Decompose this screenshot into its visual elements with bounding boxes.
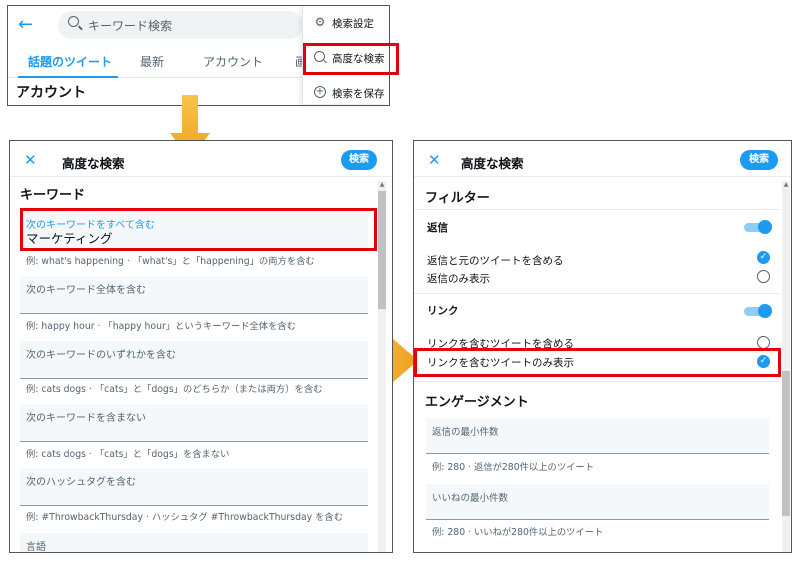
any-words-field[interactable]: 次のキーワードのいずれかを含む [20, 341, 368, 379]
field-hint: 例: cats dogs · 「cats」と「dogs」を含まない [26, 449, 230, 460]
field-label: 次のキーワードのいずれかを含む [26, 350, 176, 361]
header-divider [10, 176, 392, 177]
panel-title: 高度な検索 [461, 156, 524, 171]
language-field[interactable]: 言語 [20, 533, 368, 553]
field-label: 言語 [26, 542, 46, 553]
field-hint: 例: what's happening · 「what's」と「happenin… [26, 256, 315, 267]
hashtags-field[interactable]: 次のハッシュタグを含む [20, 468, 368, 506]
tab-latest[interactable]: 最新 [140, 53, 164, 70]
field-label: 次のキーワードを含まない [26, 413, 146, 424]
links-toggle[interactable] [744, 304, 772, 318]
highlight-links-only [414, 348, 781, 377]
search-icon [68, 16, 79, 27]
keywords-section-title: キーワード [20, 188, 86, 203]
menu-item-search-settings[interactable]: ⚙ 検索設定 [303, 8, 389, 38]
replies-include-label: 返信と元のツイートを含める [427, 255, 564, 267]
field-label: いいねの最小件数 [432, 493, 509, 504]
toggle-knob [758, 304, 772, 318]
field-label: 次のキーワード全体を含む [26, 285, 146, 296]
scrollbar-thumb[interactable] [782, 371, 790, 516]
search-placeholder: キーワード検索 [88, 19, 173, 33]
replies-only-radio[interactable] [757, 270, 770, 283]
close-icon[interactable]: ✕ [428, 151, 441, 169]
menu-item-label: 検索設定 [332, 18, 374, 30]
divider [414, 209, 780, 210]
header-divider [414, 176, 791, 177]
scrollbar-thumb[interactable] [378, 191, 386, 309]
search-tabs: 話題のツイート 最新 アカウント 画 [8, 44, 308, 78]
scroll-up-icon[interactable]: ▲ [782, 181, 790, 189]
divider [414, 293, 780, 294]
engagement-section-title: エンゲージメント [425, 395, 529, 410]
search-button[interactable]: 検索 [740, 150, 778, 170]
replies-only-label: 返信のみ表示 [427, 273, 490, 285]
scroll-up-icon[interactable]: ▲ [378, 181, 386, 189]
tab-top[interactable]: 話題のツイート [28, 53, 112, 70]
min-likes-field[interactable]: いいねの最小件数 [426, 484, 769, 520]
search-input[interactable]: キーワード検索 [58, 11, 303, 39]
replies-label: 返信 [427, 222, 448, 234]
exact-phrase-field[interactable]: 次のキーワード全体を含む [20, 276, 368, 314]
highlight-advanced-search [303, 43, 399, 75]
replies-include-radio[interactable]: ✓ [757, 251, 770, 264]
advanced-search-filters-panel: ✕ 高度な検索 検索 フィルター 返信 返信と元のツイートを含める ✓ 返信のみ… [413, 140, 792, 553]
field-hint: 例: #ThrowbackThursday · ハッシュタグ #Throwbac… [26, 512, 344, 523]
advanced-search-keywords-panel: ✕ 高度な検索 検索 キーワード 次のキーワードをすべて含む マーケティング 例… [9, 140, 393, 553]
links-label: リンク [427, 305, 459, 317]
toggle-knob [758, 220, 772, 234]
filters-section-title: フィルター [425, 191, 490, 206]
min-replies-field[interactable]: 返信の最小件数 [426, 418, 769, 454]
scrollbar[interactable]: ▲ [378, 181, 386, 552]
scrollbar[interactable]: ▲ [782, 181, 790, 552]
tab-accounts[interactable]: アカウント [203, 53, 263, 70]
back-arrow-icon[interactable]: ← [18, 14, 33, 35]
menu-item-save-search[interactable]: + 検索を保存 [303, 78, 389, 108]
section-title: アカウント [16, 85, 86, 101]
active-tab-indicator [18, 76, 118, 78]
menu-item-label: 検索を保存 [332, 88, 385, 100]
field-hint: 例: happy hour · 「happy hour」というキーワード全体を含… [26, 321, 296, 332]
field-label: 返信の最小件数 [432, 427, 499, 438]
highlight-all-words-field [20, 208, 377, 251]
search-button[interactable]: 検索 [341, 150, 377, 170]
field-hint: 例: 280 · 返信が280件以上のツイート [432, 462, 595, 473]
close-icon[interactable]: ✕ [24, 151, 37, 169]
replies-toggle[interactable] [744, 220, 772, 234]
divider [414, 381, 780, 382]
panel-title: 高度な検索 [62, 156, 125, 171]
field-hint: 例: 280 · いいねが280件以上のツイート [432, 527, 604, 538]
field-label: 次のハッシュタグを含む [26, 477, 136, 488]
plus-circle-icon: + [314, 86, 326, 98]
gear-icon: ⚙ [314, 15, 326, 29]
none-words-field[interactable]: 次のキーワードを含まない [20, 404, 368, 442]
field-hint: 例: cats dogs · 「cats」と「dogs」のどちらか（または両方）… [26, 384, 323, 395]
